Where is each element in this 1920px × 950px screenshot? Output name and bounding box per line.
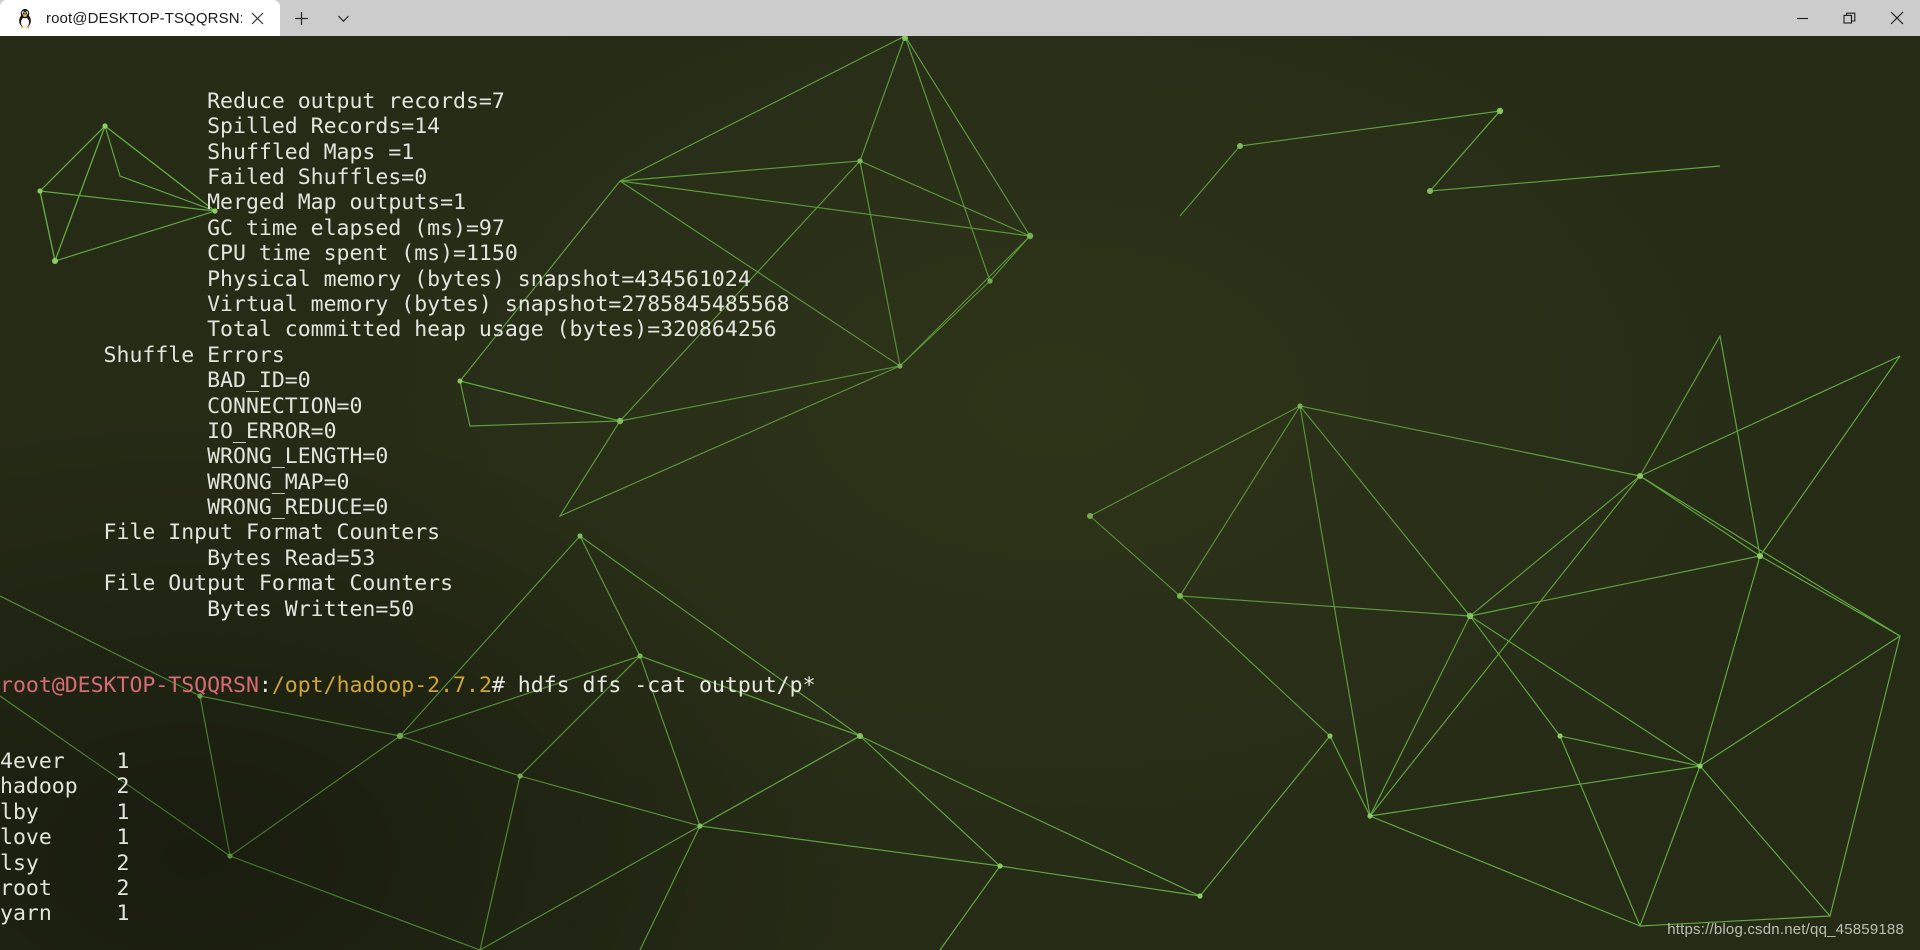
terminal-line: WRONG_REDUCE=0 (0, 495, 389, 521)
output-gap (52, 901, 117, 926)
watermark-url: https://blog.csdn.net/qq_45859188 (1667, 921, 1904, 938)
terminal-line: IO_ERROR=0 (0, 418, 337, 444)
terminal-line: Shuffle Errors (0, 342, 285, 368)
terminal-line: GC time elapsed (ms)=97 (0, 215, 505, 241)
terminal-line: Failed Shuffles=0 (0, 164, 428, 190)
prompt-line: root@DESKTOP-TSQQRSN:/opt/hadoop-2.7.2# … (0, 673, 1920, 698)
terminal-line: WRONG_MAP=0 (0, 469, 350, 495)
scrollback-lines: Reduce output records=7 Spilled Records=… (0, 89, 1920, 622)
output-count: 2 (116, 875, 130, 901)
terminal-line: Shuffled Maps =1 (0, 139, 415, 165)
close-icon[interactable] (1873, 0, 1920, 36)
new-tab-button[interactable] (280, 0, 322, 36)
minimize-icon[interactable] (1779, 0, 1826, 36)
terminal-line: Virtual memory (bytes) snapshot=27858454… (0, 291, 790, 317)
tab-close-icon[interactable] (242, 3, 272, 33)
terminal-tab[interactable]: root@DESKTOP-TSQQRSN: /op (0, 0, 280, 36)
output-word: lby (0, 799, 39, 825)
output-count: 2 (116, 850, 130, 876)
tab-title: root@DESKTOP-TSQQRSN: /op (46, 9, 242, 27)
output-row: love 1 (0, 825, 1920, 850)
terminal-window: root@DESKTOP-TSQQRSN: /op (0, 0, 1920, 950)
output-row: lsy 2 (0, 851, 1920, 876)
terminal-line: File Input Format Counters (0, 520, 441, 546)
output-word: yarn (0, 901, 52, 927)
terminal-surface[interactable]: Reduce output records=7 Spilled Records=… (0, 36, 1920, 950)
terminal-text-buffer: Reduce output records=7 Spilled Records=… (0, 36, 1920, 950)
output-word: love (0, 825, 52, 851)
title-bar: root@DESKTOP-TSQQRSN: /op (0, 0, 1920, 36)
output-count: 2 (116, 774, 130, 800)
window-controls (1779, 0, 1920, 36)
terminal-line: CONNECTION=0 (0, 393, 363, 419)
titlebar-drag-area (364, 0, 1779, 36)
output-word: 4ever (0, 749, 65, 775)
output-row: root 2 (0, 876, 1920, 901)
prompt-host: root@DESKTOP-TSQQRSN (0, 672, 259, 698)
terminal-line: Bytes Written=50 (0, 596, 415, 622)
output-gap (52, 825, 117, 850)
output-word: hadoop (0, 774, 78, 800)
output-row: 4ever 1 (0, 749, 1920, 774)
output-row: yarn 1 (0, 901, 1920, 926)
tux-penguin-icon (19, 8, 31, 29)
output-count: 1 (116, 799, 130, 825)
terminal-line: CPU time spent (ms)=1150 (0, 241, 518, 267)
terminal-line: File Output Format Counters (0, 571, 454, 597)
output-gap (39, 851, 117, 876)
terminal-line: Spilled Records=14 (0, 114, 441, 140)
output-row: lby 1 (0, 800, 1920, 825)
terminal-line: Merged Map outputs=1 (0, 190, 466, 216)
output-count: 1 (116, 825, 130, 851)
output-count: 1 (116, 901, 130, 927)
terminal-line: BAD_ID=0 (0, 368, 311, 394)
terminal-line: Physical memory (bytes) snapshot=4345610… (0, 266, 751, 292)
restore-icon[interactable] (1826, 0, 1873, 36)
terminal-line: WRONG_LENGTH=0 (0, 444, 389, 470)
command-output-list: 4ever 1 hadoop 2 lby 1 love 1 lsy 2 root 2 yar… (0, 749, 1920, 927)
output-count: 1 (116, 749, 130, 775)
output-word: root (0, 875, 52, 901)
chevron-down-icon[interactable] (322, 0, 364, 36)
output-gap (39, 800, 117, 825)
prompt-command: # hdfs dfs -cat output/p* (491, 672, 816, 698)
terminal-line: Reduce output records=7 (0, 88, 505, 114)
prompt-separator: : (258, 672, 272, 698)
terminal-line: Bytes Read=53 (0, 545, 376, 571)
output-gap (65, 749, 117, 774)
output-word: lsy (0, 850, 39, 876)
terminal-line: Total committed heap usage (bytes)=32086… (0, 317, 777, 343)
output-gap (52, 876, 117, 901)
output-gap (78, 774, 117, 799)
output-row: hadoop 2 (0, 774, 1920, 799)
prompt-path: /opt/hadoop-2.7.2 (271, 672, 492, 698)
